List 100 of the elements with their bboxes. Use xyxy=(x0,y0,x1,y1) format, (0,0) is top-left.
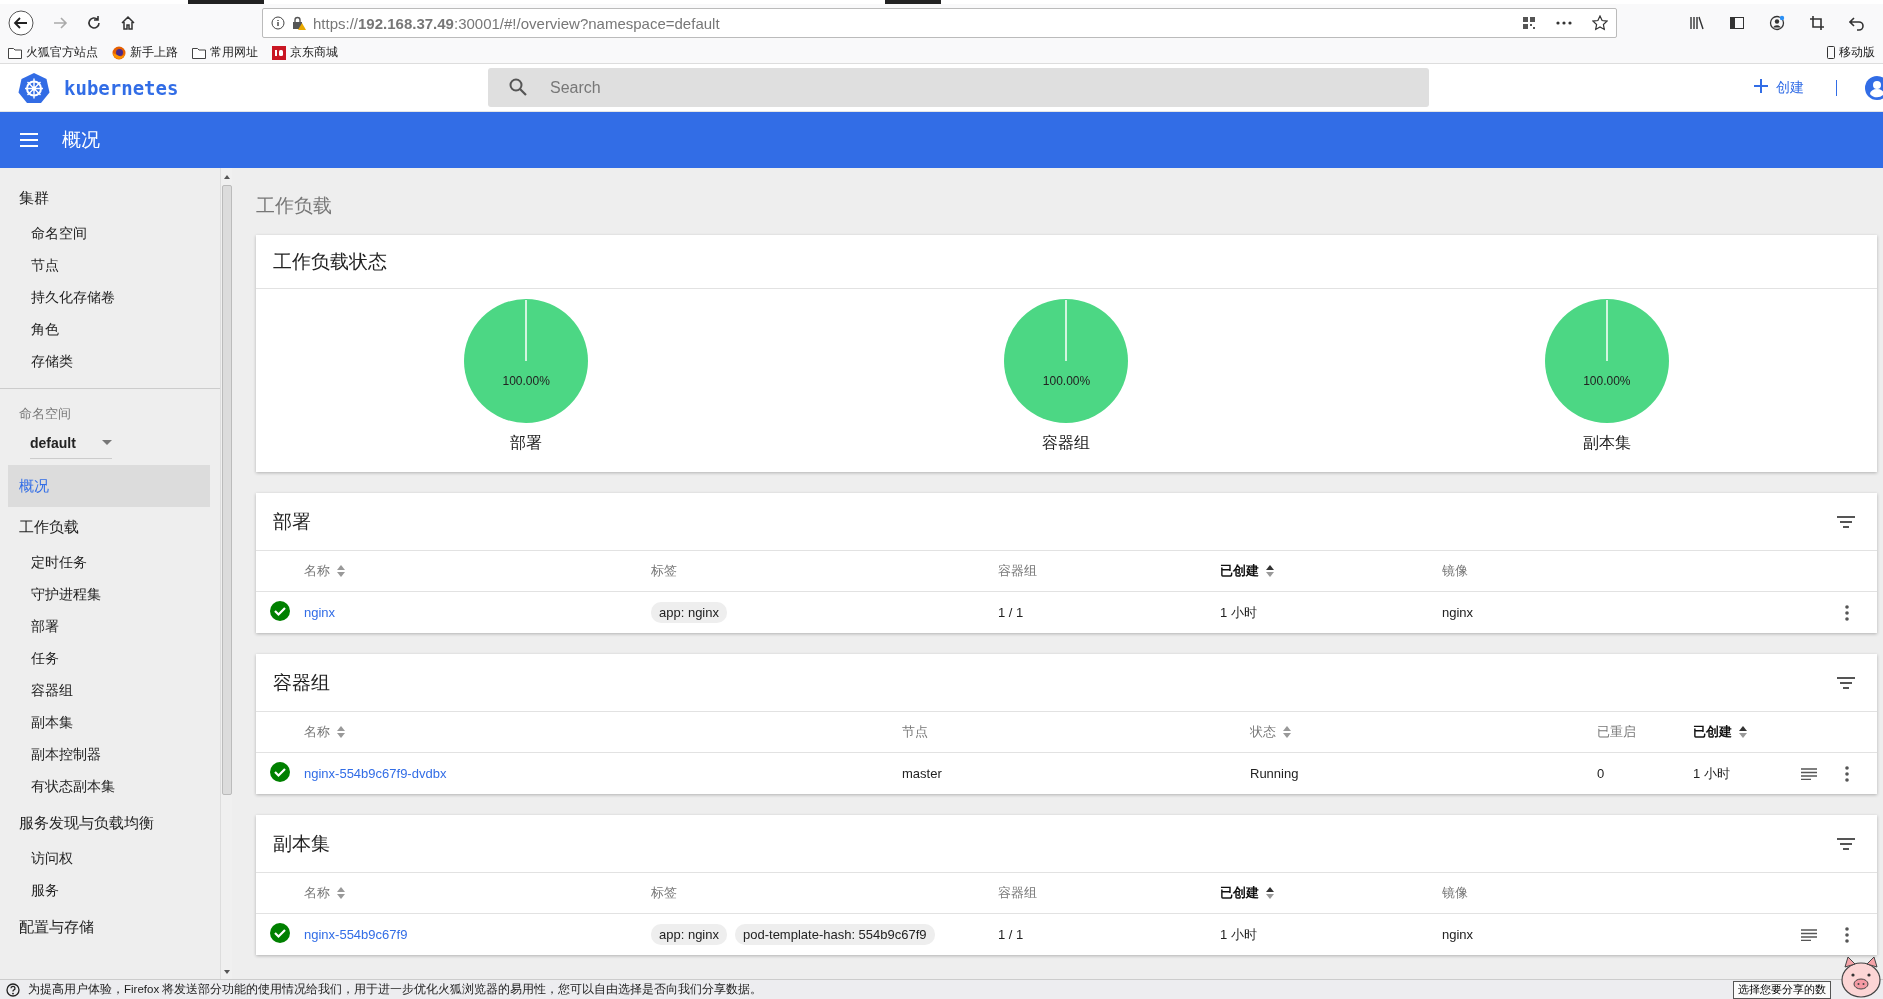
table-cell: Running xyxy=(1250,766,1299,781)
table-cell: 0 xyxy=(1597,766,1605,781)
nav-item[interactable]: 守护进程集 xyxy=(0,579,220,611)
field-label: 命名空间 xyxy=(18,405,72,423)
bookmark-item[interactable]: 新手上路 xyxy=(112,44,178,61)
bookmark-item[interactable]: 京东商城 xyxy=(272,44,338,61)
column-header: 容器组 xyxy=(998,884,1037,902)
column-header: 标签 xyxy=(651,884,677,902)
sort-icon xyxy=(1265,564,1275,578)
sort-icon xyxy=(336,725,346,739)
bookmark-item[interactable]: 常用网址 xyxy=(192,44,258,61)
nav-item[interactable]: 副本控制器 xyxy=(0,739,220,771)
resource-link[interactable]: nginx-554b9c67f9 xyxy=(304,927,408,942)
label-chip: app: nginx xyxy=(651,602,727,623)
namespace-dropdown[interactable]: default xyxy=(30,427,112,459)
bookmark-item[interactable]: 移动版 xyxy=(1827,44,1875,61)
column-header[interactable]: 状态 xyxy=(1250,723,1292,741)
logs-icon[interactable] xyxy=(1799,765,1819,782)
helm-wheel-icon xyxy=(18,71,50,104)
scrollbar[interactable] xyxy=(220,168,232,979)
bookmark-item[interactable]: 火狐官方站点 xyxy=(8,44,98,61)
kebab-menu-icon[interactable] xyxy=(1843,924,1851,945)
notification-text: 为提高用户体验，Firefox 将发送部分功能的使用情况给我们，用于进一步优化火狐浏览器的易用性，您可以自由选择是否向我们分享数据。 xyxy=(28,982,763,997)
nav-item[interactable]: 配置与存储 xyxy=(0,907,220,947)
column-header: 标签 xyxy=(651,562,677,580)
search-icon xyxy=(508,77,528,97)
nav-item[interactable]: 存储类 xyxy=(0,346,220,378)
nav-item[interactable]: 有状态副本集 xyxy=(0,771,220,803)
search-field[interactable]: Search xyxy=(488,68,1429,107)
table-cell: 1 / 1 xyxy=(998,927,1024,942)
chart-label: 副本集 xyxy=(1582,433,1631,453)
menu-icon[interactable] xyxy=(18,131,40,149)
column-header[interactable]: 已创建 xyxy=(1693,723,1748,741)
nav-item[interactable]: 服务 xyxy=(0,875,220,907)
kebab-menu-icon[interactable] xyxy=(1843,602,1851,623)
resource-link[interactable]: nginx-554b9c67f9-dvdbx xyxy=(304,766,447,781)
card-title: 工作负载状态 xyxy=(256,235,1877,289)
kubernetes-logo[interactable]: kubernetes xyxy=(18,71,488,104)
kebab-menu-icon[interactable] xyxy=(1843,763,1851,784)
create-button[interactable]: 创建 xyxy=(1750,74,1808,101)
user-avatar-icon[interactable] xyxy=(1865,75,1883,100)
more-icon[interactable] xyxy=(1556,21,1572,25)
filter-icon[interactable] xyxy=(1835,674,1857,691)
nav-item[interactable]: 概况 xyxy=(8,465,210,507)
nav-item[interactable]: 服务发现与负载均衡 xyxy=(0,803,220,843)
column-header[interactable]: 名称 xyxy=(304,884,346,902)
column-header[interactable]: 已创建 xyxy=(1220,562,1275,580)
bookmark-star-icon[interactable] xyxy=(1592,15,1608,31)
column-header: 容器组 xyxy=(998,562,1037,580)
card-title: 部署 xyxy=(273,509,311,534)
column-header: 节点 xyxy=(902,723,928,741)
fox-logo-icon xyxy=(112,45,126,60)
nav-item[interactable]: 工作负载 xyxy=(0,507,220,547)
card-title: 副本集 xyxy=(273,831,330,856)
nav-item[interactable]: 任务 xyxy=(0,643,220,675)
label-chip: pod-template-hash: 554b9c67f9 xyxy=(735,924,935,945)
logs-icon[interactable] xyxy=(1799,926,1819,943)
nav-item[interactable]: 副本集 xyxy=(0,707,220,739)
share-choice-button[interactable]: 选择您要分享的数 xyxy=(1733,980,1831,999)
resource-link[interactable]: nginx xyxy=(304,605,336,620)
help-icon xyxy=(6,982,20,997)
plus-icon xyxy=(1754,78,1768,93)
table-cell: 1 小时 xyxy=(1693,764,1730,783)
nav-item[interactable]: 定时任务 xyxy=(0,547,220,579)
dropdown-caret-icon xyxy=(102,440,112,445)
crop-icon[interactable] xyxy=(1807,13,1827,33)
table-cell: nginx xyxy=(1442,605,1474,620)
nav-heading[interactable]: 集群 xyxy=(0,178,220,218)
info-icon xyxy=(271,16,285,30)
qr-code-icon[interactable] xyxy=(1522,16,1536,30)
card-title: 容器组 xyxy=(273,670,330,695)
address-bar[interactable]: https://192.168.37.49:30001/#!/overview?namespace=default xyxy=(262,8,1617,38)
nav-item[interactable]: 容器组 xyxy=(0,675,220,707)
column-header[interactable]: 已创建 xyxy=(1220,884,1275,902)
data-label: 100.00% xyxy=(1042,374,1091,388)
nav-item[interactable]: 角色 xyxy=(0,314,220,346)
sort-icon xyxy=(1265,886,1275,900)
filter-icon[interactable] xyxy=(1835,513,1857,530)
filter-icon[interactable] xyxy=(1835,835,1857,852)
table-cell: master xyxy=(902,766,942,781)
column-header[interactable]: 名称 xyxy=(304,562,346,580)
back-button[interactable] xyxy=(6,8,36,38)
account-icon[interactable] xyxy=(1767,13,1787,33)
url-text: https://192.168.37.49:30001/#!/overview?namespace=default xyxy=(313,14,720,32)
column-header: 已重启 xyxy=(1597,723,1636,741)
section-title: 工作负载 xyxy=(256,194,333,218)
sort-icon xyxy=(1282,725,1292,739)
data-label: 100.00% xyxy=(1583,374,1631,388)
column-header: 镜像 xyxy=(1442,884,1468,902)
store-logo-icon xyxy=(272,45,286,60)
nav-item[interactable]: 命名空间 xyxy=(0,218,220,250)
nav-item[interactable]: 持久化存储卷 xyxy=(0,282,220,314)
table-cell: 1 小时 xyxy=(1220,925,1257,944)
phone-icon xyxy=(1827,46,1835,59)
column-header: 镜像 xyxy=(1442,562,1468,580)
column-header[interactable]: 名称 xyxy=(304,723,346,741)
nav-item[interactable]: 节点 xyxy=(0,250,220,282)
nav-item[interactable]: 访问权 xyxy=(0,843,220,875)
nav-item[interactable]: 部署 xyxy=(0,611,220,643)
sort-icon xyxy=(1738,725,1748,739)
